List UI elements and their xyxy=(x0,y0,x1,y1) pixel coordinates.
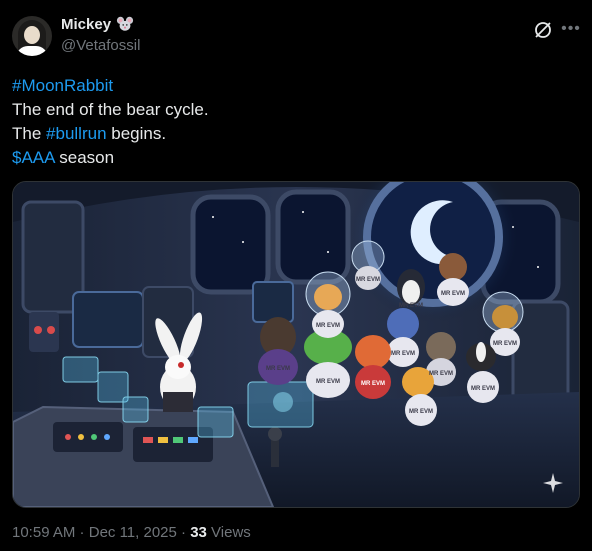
tweet-line-3-prefix: The xyxy=(12,124,47,143)
meta-separator: · xyxy=(75,524,89,541)
tweet-time[interactable]: 10:59 AM xyxy=(12,524,75,541)
shirt-label: MR EVM xyxy=(356,277,380,283)
shirt-label: MR EVM xyxy=(399,303,423,309)
shirt-label: MR EVM xyxy=(266,366,290,372)
cashtag-aaa-link[interactable]: $AAA xyxy=(12,148,55,167)
author-handle[interactable]: @Vetafossil xyxy=(61,37,140,54)
views-count[interactable]: 33 xyxy=(190,524,207,541)
views-label: Views xyxy=(206,524,251,541)
spaceship-illustration: MR EVM MR EVM MR EVM MR EVM MR EVM MR EV… xyxy=(13,182,579,507)
tweet-meta: 10:59 AM · Dec 11, 2025 · 33 Views xyxy=(12,524,251,541)
shirt-label: MR EVM xyxy=(361,381,385,387)
shirt-label: MR EVM xyxy=(391,351,415,357)
tweet-media-image[interactable]: MR EVM MR EVM MR EVM MR EVM MR EVM MR EV… xyxy=(12,181,580,508)
author-name-row[interactable]: Mickey xyxy=(61,15,134,33)
sparkle-icon xyxy=(543,473,563,493)
shirt-label: MR EVM xyxy=(316,323,340,329)
more-horizontal-icon[interactable]: ••• xyxy=(560,19,582,39)
author-display-name[interactable]: Mickey xyxy=(61,16,111,33)
tweet-line-4-suffix: season xyxy=(54,148,115,167)
shirt-label: MR EVM xyxy=(409,409,433,415)
tweet-line-3-suffix: begins. xyxy=(106,124,167,143)
tweet-date[interactable]: Dec 11, 2025 xyxy=(89,524,177,541)
grok-icon[interactable] xyxy=(533,20,553,40)
shirt-label: MR EVM xyxy=(471,386,495,392)
hashtag-bullrun-link[interactable]: #bullrun xyxy=(46,124,107,143)
shirt-label: MR EVM xyxy=(429,371,453,377)
hashtag-moonrabbit-link[interactable]: #MoonRabbit xyxy=(12,76,113,95)
mouse-face-icon xyxy=(116,16,134,31)
shirt-label: MR EVM xyxy=(493,341,517,347)
tweet-line-2: The end of the bear cycle. xyxy=(12,100,209,119)
tweet-text: #MoonRabbit The end of the bear cycle. T… xyxy=(12,74,209,170)
shirt-label: MR EVM xyxy=(441,291,465,297)
shirt-label: MR EVM xyxy=(316,379,340,385)
meta-separator: · xyxy=(176,524,191,541)
avatar[interactable] xyxy=(12,16,52,56)
